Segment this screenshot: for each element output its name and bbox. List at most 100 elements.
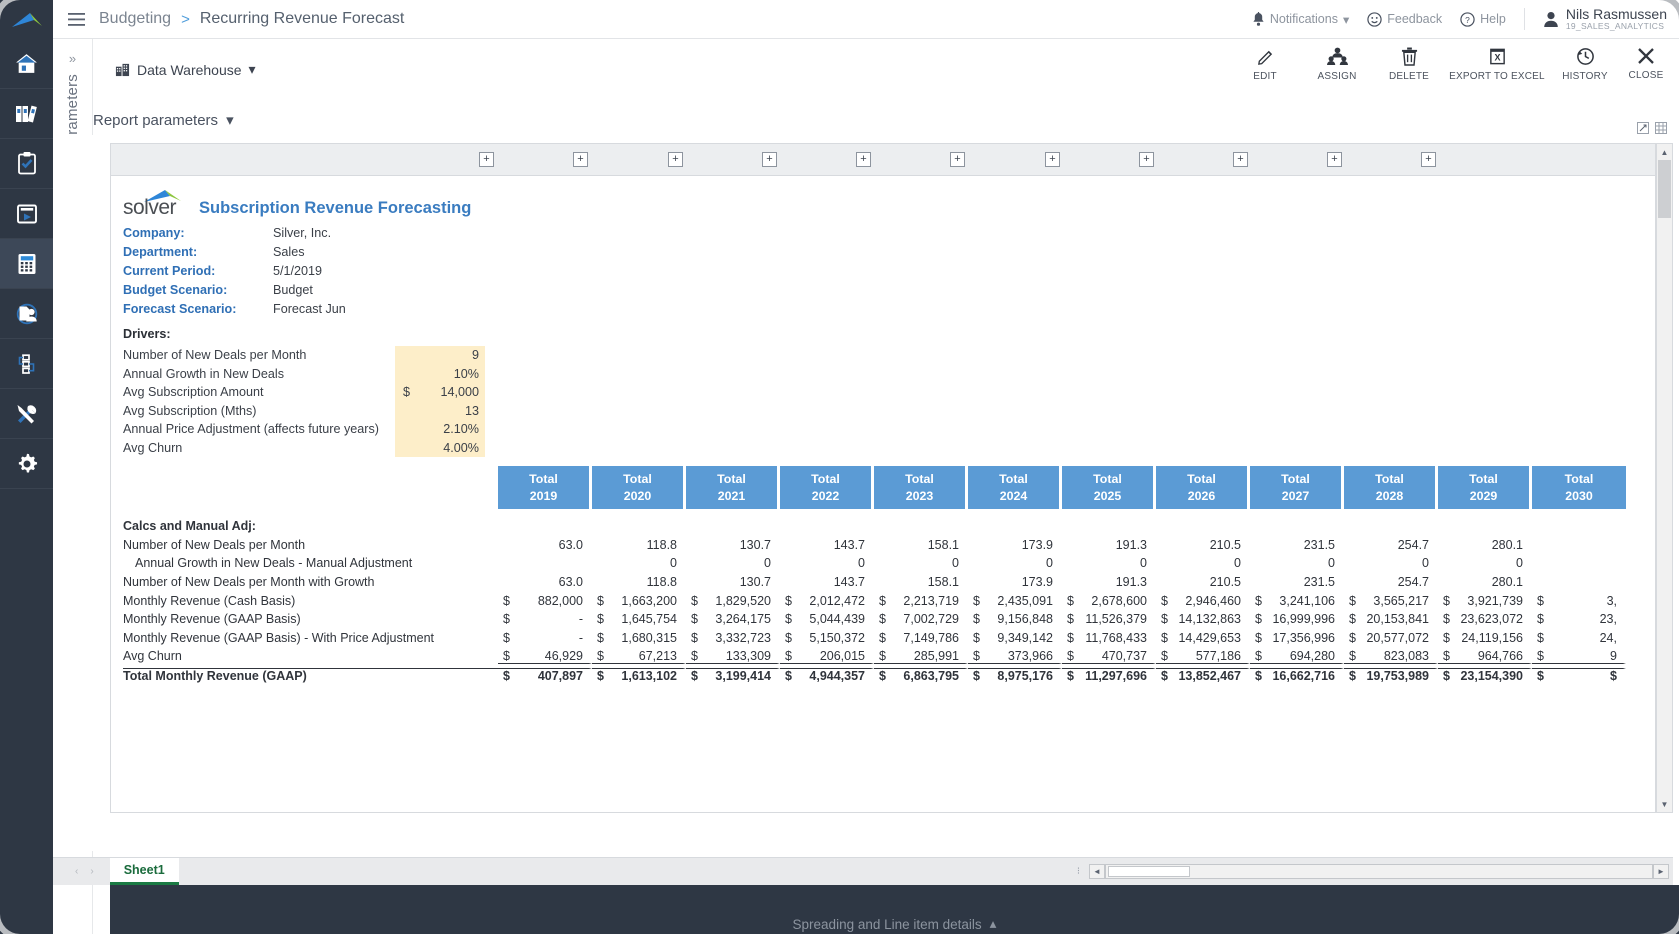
table-cell[interactable]: 0 (1156, 556, 1250, 570)
user-menu[interactable]: Nils Rasmussen 19_SALES_ANALYTICS (1543, 7, 1667, 32)
table-cell[interactable]: 191.3 (1062, 575, 1156, 589)
sidebar-item-library[interactable] (0, 89, 53, 139)
hamburger-menu-button[interactable] (53, 13, 99, 26)
sidebar-item-budgeting[interactable] (0, 239, 53, 289)
table-cell[interactable]: 130.7 (686, 575, 780, 589)
table-cell[interactable]: 0 (592, 556, 686, 570)
table-cell[interactable]: 0 (1438, 556, 1532, 570)
table-cell[interactable]: $8,975,176 (968, 668, 1062, 683)
table-cell[interactable]: $$ (1532, 668, 1626, 683)
table-cell[interactable]: $20,153,841 (1344, 612, 1438, 626)
table-cell[interactable]: $13,852,467 (1156, 668, 1250, 683)
table-cell[interactable]: 173.9 (968, 538, 1062, 552)
table-cell[interactable]: 118.8 (592, 538, 686, 552)
table-cell[interactable]: $2,213,719 (874, 594, 968, 608)
table-cell[interactable]: 0 (874, 556, 968, 570)
table-cell[interactable]: $3,264,175 (686, 612, 780, 626)
table-cell[interactable]: $3,921,739 (1438, 594, 1532, 608)
add-column-button[interactable]: + (856, 152, 871, 167)
driver-input-cell[interactable]: 2.10% (395, 420, 485, 439)
table-cell[interactable]: 231.5 (1250, 538, 1344, 552)
scroll-up-button[interactable]: ▲ (1657, 144, 1672, 160)
add-column-button[interactable]: + (1139, 152, 1154, 167)
expand-icon[interactable] (1637, 122, 1649, 134)
table-cell[interactable]: $1,613,102 (592, 668, 686, 683)
table-cell[interactable]: $3,565,217 (1344, 594, 1438, 608)
column-header-2023[interactable]: Total2023 (874, 466, 968, 509)
table-cell[interactable]: 0 (780, 556, 874, 570)
table-cell[interactable]: $- (498, 631, 592, 645)
sheet-prev-button[interactable]: ‹ (75, 866, 78, 877)
table-cell[interactable]: $5,150,372 (780, 631, 874, 645)
table-cell[interactable]: $24, (1532, 631, 1626, 645)
table-cell[interactable]: $373,966 (968, 649, 1062, 664)
app-logo[interactable] (0, 0, 53, 39)
column-header-2021[interactable]: Total2021 (686, 466, 780, 509)
column-header-2030[interactable]: Total2030 (1532, 466, 1626, 509)
scroll-grip-icon[interactable]: ⁝ (1069, 866, 1089, 877)
table-cell[interactable]: $4,944,357 (780, 668, 874, 683)
table-cell[interactable]: $11,297,696 (1062, 668, 1156, 683)
add-column-button[interactable]: + (1327, 152, 1342, 167)
table-cell[interactable]: 191.3 (1062, 538, 1156, 552)
driver-input-cell[interactable]: $14,000 (395, 383, 485, 402)
help-button[interactable]: ? Help (1460, 12, 1506, 27)
vertical-scrollbar[interactable]: ▲ ▼ (1656, 143, 1673, 813)
table-cell[interactable]: 173.9 (968, 575, 1062, 589)
hscroll-right-button[interactable]: ► (1653, 864, 1669, 879)
table-cell[interactable]: $23,154,390 (1438, 668, 1532, 683)
assign-button[interactable]: ASSIGN (1301, 47, 1373, 82)
table-cell[interactable]: $24,119,156 (1438, 631, 1532, 645)
table-cell[interactable]: 143.7 (780, 538, 874, 552)
column-header-2027[interactable]: Total2027 (1250, 466, 1344, 509)
driver-input-cell[interactable]: 4.00% (395, 439, 485, 458)
edit-button[interactable]: EDIT (1229, 47, 1301, 82)
table-cell[interactable]: $23, (1532, 612, 1626, 626)
table-cell[interactable]: $1,829,520 (686, 594, 780, 608)
column-header-2025[interactable]: Total2025 (1062, 466, 1156, 509)
expand-parameters-button[interactable]: » (53, 39, 92, 66)
driver-input-cell[interactable]: 13 (395, 402, 485, 421)
add-column-button[interactable]: + (1233, 152, 1248, 167)
table-cell[interactable]: $14,132,863 (1156, 612, 1250, 626)
table-cell[interactable]: $2,678,600 (1062, 594, 1156, 608)
datasource-selector[interactable]: Data Warehouse ▾ (115, 61, 256, 78)
table-cell[interactable]: $1,663,200 (592, 594, 686, 608)
add-column-button[interactable]: + (950, 152, 965, 167)
table-cell[interactable]: 0 (686, 556, 780, 570)
delete-button[interactable]: DELETE (1373, 47, 1445, 82)
table-cell[interactable]: $67,213 (592, 649, 686, 664)
table-cell[interactable]: 210.5 (1156, 575, 1250, 589)
spreading-details-toggle[interactable]: Spreading and Line item details ▴ (793, 916, 997, 932)
table-cell[interactable]: $823,083 (1344, 649, 1438, 664)
table-cell[interactable]: $133,309 (686, 649, 780, 664)
table-cell[interactable]: $2,435,091 (968, 594, 1062, 608)
table-cell[interactable]: 118.8 (592, 575, 686, 589)
column-header-2020[interactable]: Total2020 (592, 466, 686, 509)
table-cell[interactable]: $964,766 (1438, 649, 1532, 664)
history-button[interactable]: HISTORY (1549, 47, 1621, 82)
feedback-button[interactable]: Feedback (1367, 12, 1442, 27)
table-cell[interactable]: $- (498, 612, 592, 626)
add-column-button[interactable]: + (668, 152, 683, 167)
table-cell[interactable]: 130.7 (686, 538, 780, 552)
grid-icon[interactable] (1655, 122, 1667, 134)
breadcrumb-leaf[interactable]: Recurring Revenue Forecast (200, 10, 405, 28)
table-cell[interactable]: 231.5 (1250, 575, 1344, 589)
table-cell[interactable]: $882,000 (498, 594, 592, 608)
vertical-scroll-thumb[interactable] (1658, 160, 1671, 218)
column-header-2019[interactable]: Total2019 (498, 466, 592, 509)
sheet-tab-sheet1[interactable]: Sheet1 (110, 858, 179, 885)
table-cell[interactable]: $16,662,716 (1250, 668, 1344, 683)
table-cell[interactable]: 254.7 (1344, 538, 1438, 552)
table-cell[interactable]: $9,349,142 (968, 631, 1062, 645)
sidebar-item-collaboration[interactable] (0, 289, 53, 339)
column-header-2028[interactable]: Total2028 (1344, 466, 1438, 509)
report-parameters-toggle[interactable]: Report parameters ▾ (93, 111, 234, 129)
table-cell[interactable]: 158.1 (874, 538, 968, 552)
table-cell[interactable]: 280.1 (1438, 575, 1532, 589)
table-cell[interactable]: 143.7 (780, 575, 874, 589)
table-cell[interactable]: $23,623,072 (1438, 612, 1532, 626)
table-cell[interactable]: 63.0 (498, 538, 592, 552)
spreadsheet-grid[interactable]: solver Subscription Revenue Forecasting … (110, 176, 1656, 813)
